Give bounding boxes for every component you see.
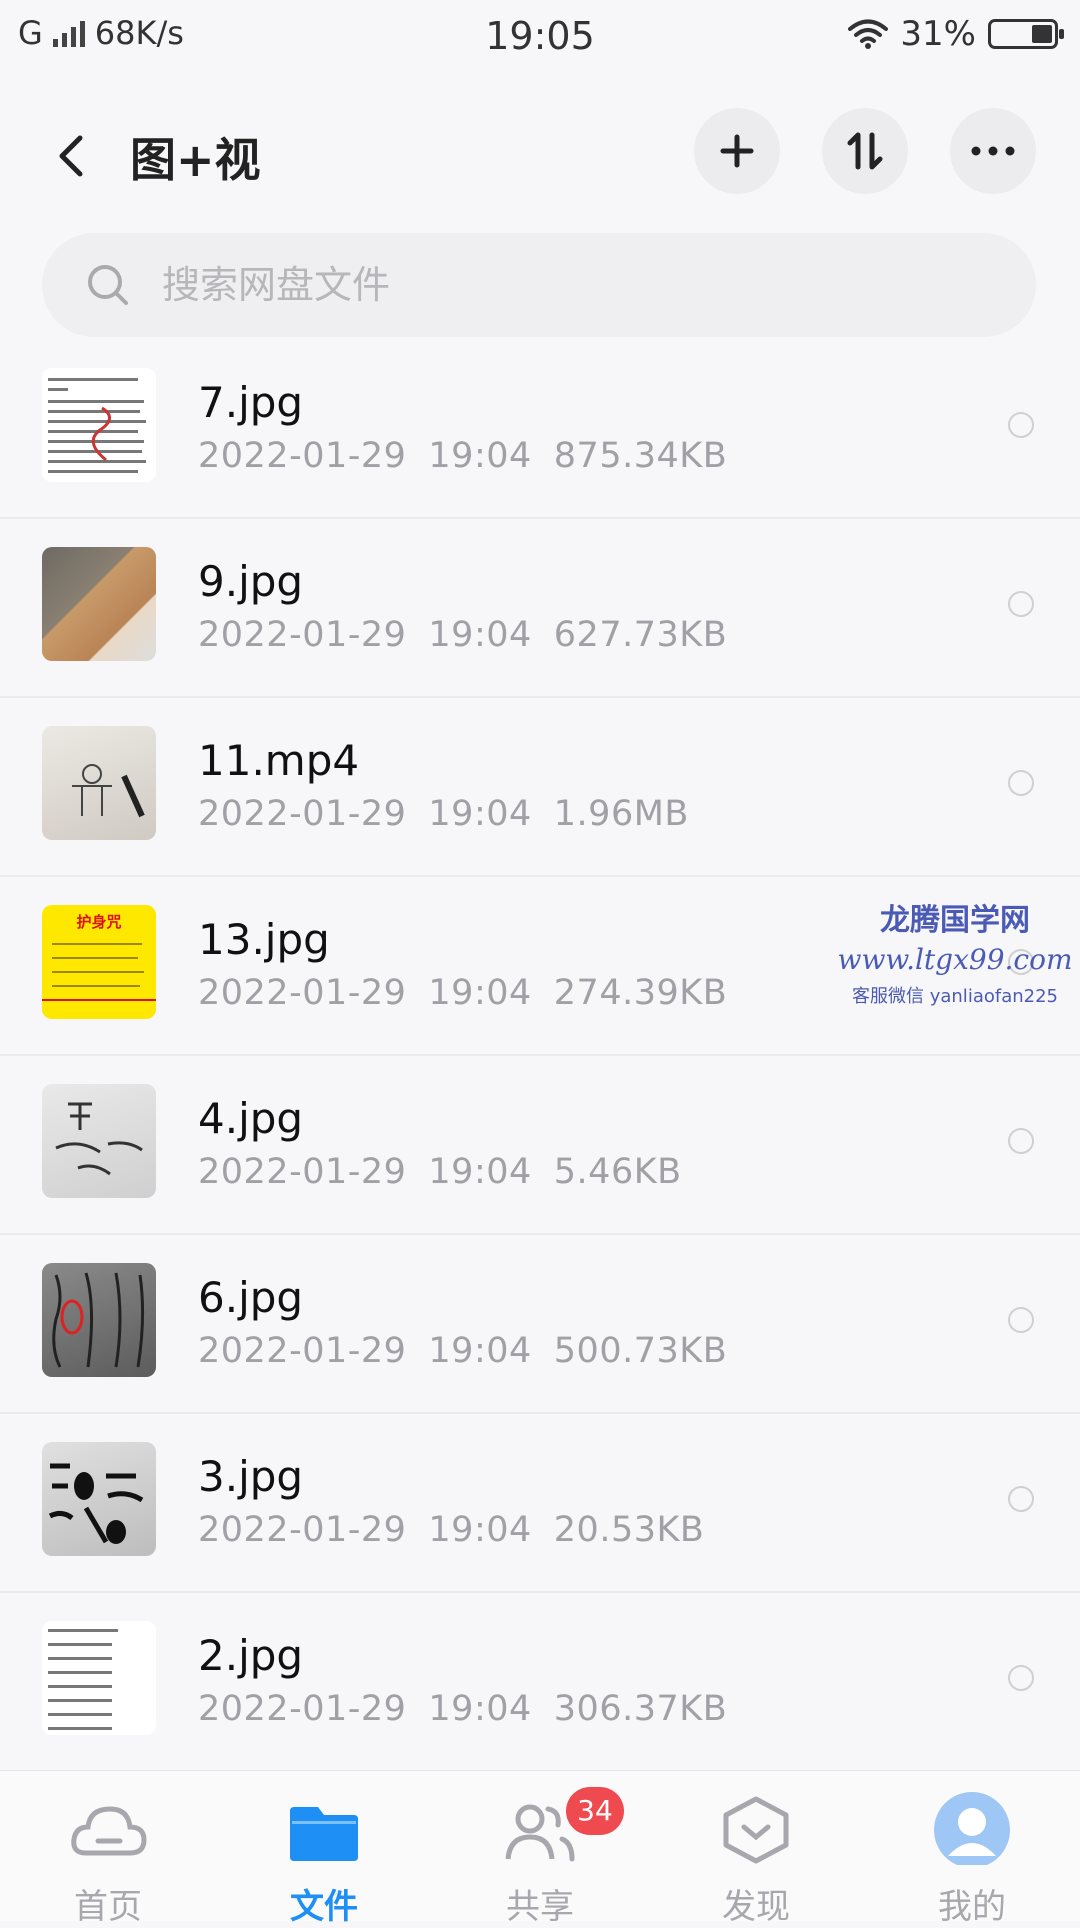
tab-mine[interactable]: 我的	[882, 1771, 1062, 1927]
tab-home[interactable]: 首页	[18, 1771, 198, 1927]
sort-icon	[847, 132, 883, 170]
tab-label: 发现	[722, 1887, 790, 1927]
more-icon	[971, 146, 1015, 156]
discover-icon	[723, 1796, 789, 1864]
file-name: 7.jpg	[198, 378, 304, 427]
header: 图+视	[0, 100, 1080, 210]
file-meta: 2022-01-29 19:04 500.73KB	[198, 1331, 728, 1371]
file-thumbnail: 护身咒	[42, 905, 156, 1019]
tab-label: 文件	[290, 1887, 358, 1927]
status-bar: G 68K/s 19:05 31%	[0, 0, 1080, 76]
share-badge: 34	[566, 1787, 624, 1835]
bottom-nav: 首页 文件 共享 34 发现 我的	[0, 1770, 1080, 1927]
file-thumbnail	[42, 1263, 156, 1377]
file-meta: 2022-01-29 19:04 5.46KB	[198, 1152, 682, 1192]
watermark-url: www.ltgx99.com	[837, 943, 1073, 976]
watermark-title: 龙腾国学网	[880, 903, 1030, 938]
file-row[interactable]: 2.jpg 2022-01-29 19:04 306.37KB	[0, 1593, 1080, 1772]
select-checkbox[interactable]	[1008, 770, 1034, 796]
battery-icon	[988, 19, 1064, 49]
select-checkbox[interactable]	[1008, 1665, 1034, 1691]
back-button[interactable]	[46, 126, 96, 186]
search-icon	[84, 261, 132, 309]
page-title: 图+视	[130, 133, 261, 187]
file-thumbnail	[42, 1621, 156, 1735]
select-checkbox[interactable]	[1008, 591, 1034, 617]
search-bar[interactable]	[42, 233, 1036, 337]
add-button[interactable]	[694, 108, 780, 194]
watermark: 龙腾国学网 www.ltgx99.com 客服微信 yanliaofan225	[830, 895, 1080, 1008]
file-meta: 2022-01-29 19:04 627.73KB	[198, 615, 728, 655]
file-row[interactable]: 9.jpg 2022-01-29 19:04 627.73KB	[0, 519, 1080, 698]
file-row[interactable]: 4.jpg 2022-01-29 19:04 5.46KB	[0, 1056, 1080, 1235]
wifi-icon	[848, 19, 889, 49]
file-meta: 2022-01-29 19:04 875.34KB	[198, 436, 728, 476]
file-list: 7.jpg 2022-01-29 19:04 875.34KB 9.jpg 2022…	[0, 340, 1080, 1772]
file-meta: 2022-01-29 19:04 306.37KB	[198, 1689, 728, 1729]
file-thumbnail	[42, 726, 156, 840]
status-right: 31%	[848, 14, 1064, 54]
file-name: 11.mp4	[198, 736, 360, 785]
file-row[interactable]: 11.mp4 2022-01-29 19:04 1.96MB	[0, 698, 1080, 877]
file-meta: 2022-01-29 19:04 274.39KB	[198, 973, 728, 1013]
select-checkbox[interactable]	[1008, 1307, 1034, 1333]
tab-label: 共享	[506, 1887, 574, 1927]
file-thumbnail	[42, 547, 156, 661]
select-checkbox[interactable]	[1008, 1128, 1034, 1154]
tab-files[interactable]: 文件	[234, 1771, 414, 1927]
tab-label: 首页	[74, 1887, 142, 1927]
file-row[interactable]: 3.jpg 2022-01-29 19:04 20.53KB	[0, 1414, 1080, 1593]
file-name: 3.jpg	[198, 1452, 304, 1501]
tab-label: 我的	[938, 1887, 1006, 1927]
cloud-icon	[71, 1806, 147, 1856]
file-name: 6.jpg	[198, 1273, 304, 1322]
file-meta: 2022-01-29 19:04 1.96MB	[198, 794, 689, 834]
select-checkbox[interactable]	[1008, 412, 1034, 438]
tab-discover[interactable]: 发现	[666, 1771, 846, 1927]
file-thumbnail	[42, 368, 156, 482]
select-checkbox[interactable]	[1008, 1486, 1034, 1512]
plus-icon	[720, 134, 754, 168]
more-button[interactable]	[950, 108, 1036, 194]
watermark-contact: 客服微信 yanliaofan225	[852, 986, 1058, 1007]
file-thumbnail	[42, 1084, 156, 1198]
file-thumbnail	[42, 1442, 156, 1556]
file-name: 2.jpg	[198, 1631, 304, 1680]
chevron-left-icon	[59, 135, 83, 177]
file-row[interactable]: 7.jpg 2022-01-29 19:04 875.34KB	[0, 340, 1080, 519]
file-name: 13.jpg	[198, 915, 330, 964]
sort-button[interactable]	[822, 108, 908, 194]
file-name: 4.jpg	[198, 1094, 304, 1143]
file-name: 9.jpg	[198, 557, 304, 606]
file-row[interactable]: 6.jpg 2022-01-29 19:04 500.73KB	[0, 1235, 1080, 1414]
file-meta: 2022-01-29 19:04 20.53KB	[198, 1510, 705, 1550]
folder-icon	[290, 1807, 358, 1861]
battery-percent: 31%	[900, 14, 976, 54]
search-input[interactable]	[160, 262, 964, 308]
avatar-icon	[934, 1792, 1010, 1865]
